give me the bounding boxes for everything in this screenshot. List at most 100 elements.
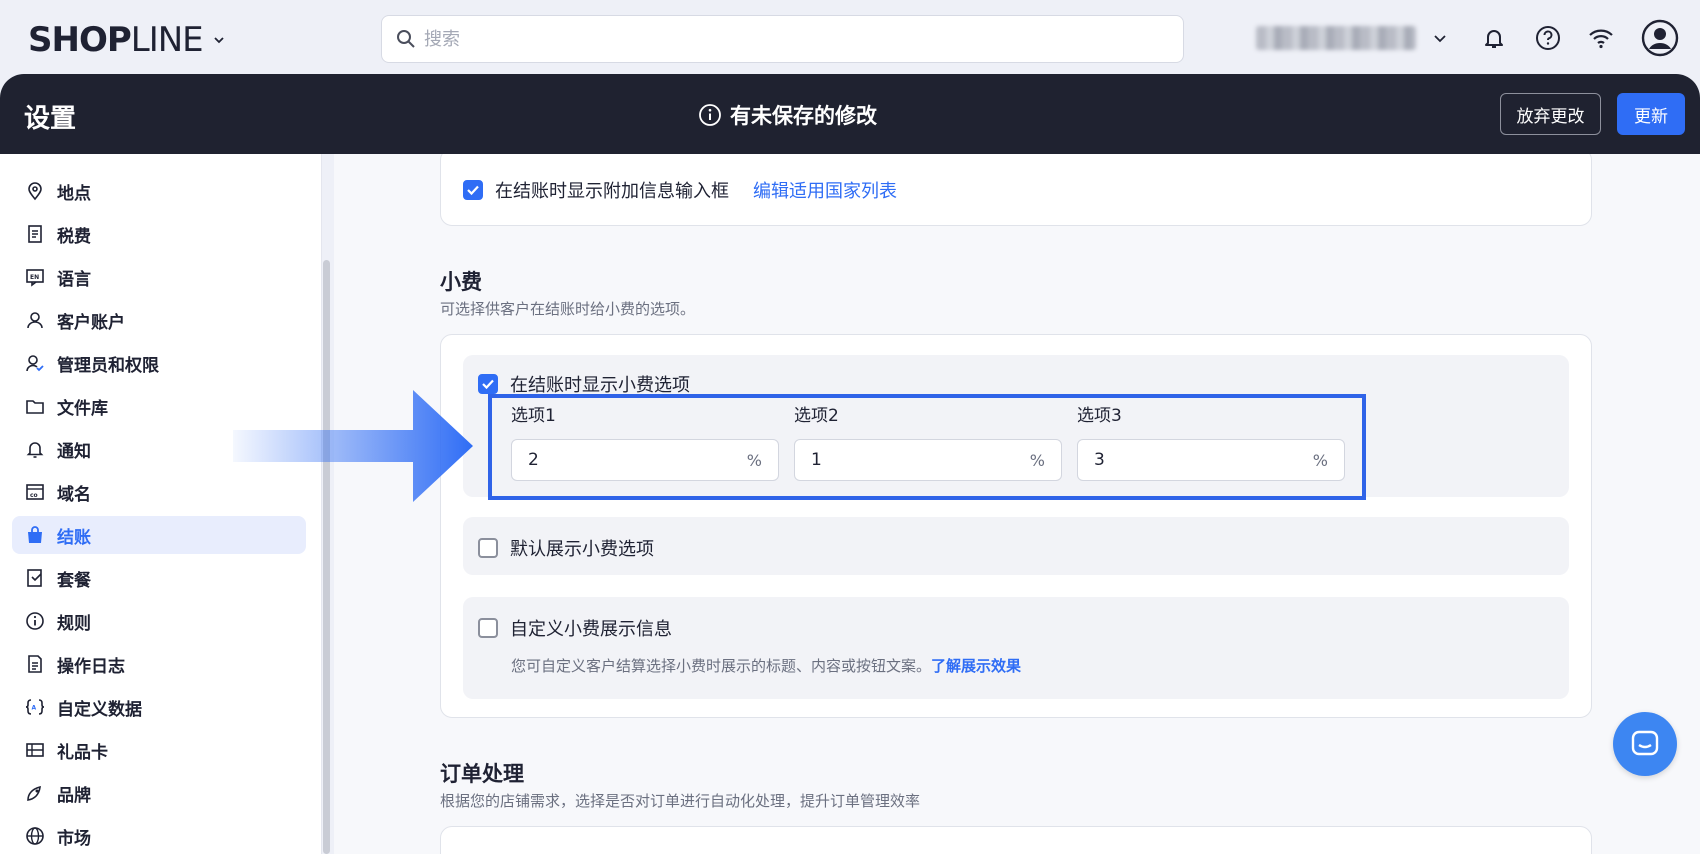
extra-info-row: 在结账时显示附加信息输入框 编辑适用国家列表 [463, 177, 897, 203]
extra-info-label: 在结账时显示附加信息输入框 [495, 181, 729, 202]
tip-option-2-input[interactable] [811, 450, 1011, 470]
info-icon [26, 612, 44, 630]
search-input[interactable] [424, 28, 1124, 50]
sidebar-item-file-library[interactable]: 文件库 [12, 387, 306, 425]
sidebar-item-activity-log[interactable]: 操作日志 [12, 645, 306, 683]
tip-option-3-label: 选项3 [1077, 406, 1122, 426]
bag-icon [28, 526, 42, 543]
sidebar-item-languages[interactable]: EN 语言 [12, 258, 306, 296]
custom-tips-checkbox[interactable] [478, 618, 498, 638]
sidebar-scrollbar[interactable] [323, 260, 330, 854]
orders-card [440, 826, 1592, 854]
custom-data-icon: A [25, 699, 45, 715]
gift-card-icon [26, 743, 44, 757]
page-title: 设置 [24, 104, 77, 134]
sidebar-item-custom-data[interactable]: A 自定义数据 [12, 688, 306, 726]
percent-unit: % [1029, 450, 1045, 470]
sidebar-item-label: 套餐 [57, 570, 91, 591]
svg-text:EN: EN [30, 274, 39, 281]
chevron-down-icon [214, 37, 224, 44]
check-icon [482, 379, 494, 390]
tip-option-2-field[interactable]: % [794, 439, 1062, 481]
tip-option-1-input[interactable] [528, 450, 728, 470]
svg-text:A: A [32, 705, 37, 712]
settings-sidebar: · · · · · · · · 地点 税费 EN 语言 客户账户 管理员和权限 … [0, 154, 322, 854]
custom-tips-desc: 您可自定义客户结算选择小费时展示的标题、内容或按钮文案。了解展示效果 [511, 657, 1022, 675]
sidebar-item-taxes[interactable]: 税费 [12, 215, 306, 253]
sidebar-item-plans[interactable]: 套餐 [12, 559, 306, 597]
avatar[interactable] [1640, 18, 1680, 58]
default-tips-label: 默认展示小费选项 [510, 539, 654, 560]
sidebar-item-checkout[interactable]: 结账 [12, 516, 306, 554]
search-bar[interactable] [381, 15, 1184, 63]
sidebar-item-domains[interactable]: co 域名 [12, 473, 306, 511]
bell-icon [26, 442, 44, 458]
shopline-logo[interactable]: SHOPLINE [28, 20, 225, 60]
plan-icon [27, 569, 42, 587]
sidebar-item-label: 自定义数据 [57, 699, 142, 720]
tip-option-3-input[interactable] [1094, 450, 1294, 470]
default-tips-checkbox[interactable] [478, 538, 498, 558]
chevron-down-icon[interactable] [1432, 30, 1448, 46]
sidebar-item-label: 域名 [57, 484, 91, 505]
help-icon[interactable] [1534, 24, 1562, 52]
sidebar-item-admins-permissions[interactable]: 管理员和权限 [12, 344, 306, 382]
sidebar-item-label: 税费 [57, 226, 91, 247]
main-content: 在结账时显示附加信息输入框 编辑适用国家列表 小费 可选择供客户在结账时给小费的… [334, 154, 1700, 854]
percent-unit: % [746, 450, 762, 470]
svg-text:co: co [30, 492, 38, 499]
show-tips-checkbox[interactable] [478, 374, 498, 394]
sidebar-item-label: 语言 [57, 269, 91, 290]
info-icon [699, 104, 721, 126]
logo-text: SHOPLINE [28, 20, 204, 60]
show-tips-row: 在结账时显示小费选项 [478, 371, 690, 397]
sidebar-item-locations[interactable]: 地点 [12, 172, 306, 210]
user-icon [27, 312, 43, 329]
store-name-blurred[interactable] [1256, 26, 1416, 50]
sidebar-item-markets[interactable]: 市场 [12, 817, 306, 854]
default-tips-panel: 默认展示小费选项 [463, 517, 1569, 575]
user-avatar-icon [1641, 19, 1679, 57]
extra-info-card: 在结账时显示附加信息输入框 编辑适用国家列表 [440, 154, 1592, 226]
default-tips-row: 默认展示小费选项 [478, 535, 654, 561]
check-icon [467, 185, 479, 196]
edit-country-list-link[interactable]: 编辑适用国家列表 [753, 177, 897, 203]
sidebar-item-label: 文件库 [57, 398, 108, 419]
brand-icon [27, 785, 41, 801]
update-button[interactable]: 更新 [1617, 93, 1685, 135]
tip-option-3-field[interactable]: % [1077, 439, 1345, 481]
admin-icon [26, 355, 44, 372]
search-icon [397, 30, 415, 48]
chat-button[interactable] [1613, 712, 1677, 776]
sidebar-item-label: 品牌 [57, 785, 91, 806]
sidebar-item-partial: · · · · · · · · [24, 154, 144, 162]
extra-info-checkbox[interactable] [463, 180, 483, 200]
top-bar: SHOPLINE [0, 0, 1700, 74]
sidebar-item-gift-cards[interactable]: 礼品卡 [12, 731, 306, 769]
sidebar-item-label: 客户账户 [57, 312, 125, 333]
sidebar-item-label: 礼品卡 [57, 742, 108, 763]
custom-tips-label: 自定义小费展示信息 [510, 619, 672, 640]
unsaved-notice-text: 有未保存的修改 [730, 104, 877, 128]
discard-changes-button[interactable]: 放弃更改 [1500, 93, 1601, 135]
tips-card: 在结账时显示小费选项 选项1 % 选项2 % 选项3 % 默认展示小费选项 [440, 334, 1592, 718]
chat-icon [1631, 730, 1659, 756]
custom-tips-panel: 自定义小费展示信息 您可自定义客户结算选择小费时展示的标题、内容或按钮文案。了解… [463, 597, 1569, 699]
sidebar-item-brand[interactable]: 品牌 [12, 774, 306, 812]
custom-tips-row: 自定义小费展示信息 [478, 615, 672, 641]
bell-icon[interactable] [1480, 24, 1508, 52]
sidebar-item-customer-accounts[interactable]: 客户账户 [12, 301, 306, 339]
settings-header: 设置 有未保存的修改 放弃更改 更新 [0, 74, 1700, 154]
orders-section-title: 订单处理 [440, 762, 524, 786]
tip-option-1-label: 选项1 [511, 406, 556, 426]
tip-option-2-label: 选项2 [794, 406, 839, 426]
learn-display-effect-link[interactable]: 了解展示效果 [931, 657, 1021, 675]
globe-icon [26, 827, 44, 845]
orders-section-desc: 根据您的店铺需求，选择是否对订单进行自动化处理，提升订单管理效率 [440, 792, 921, 810]
sidebar-item-label: 操作日志 [57, 656, 125, 677]
sidebar-item-rules[interactable]: 规则 [12, 602, 306, 640]
wifi-icon[interactable] [1587, 24, 1615, 52]
tip-option-1-field[interactable]: % [511, 439, 779, 481]
sidebar-item-notifications[interactable]: 通知 [12, 430, 306, 468]
percent-unit: % [1312, 450, 1328, 470]
